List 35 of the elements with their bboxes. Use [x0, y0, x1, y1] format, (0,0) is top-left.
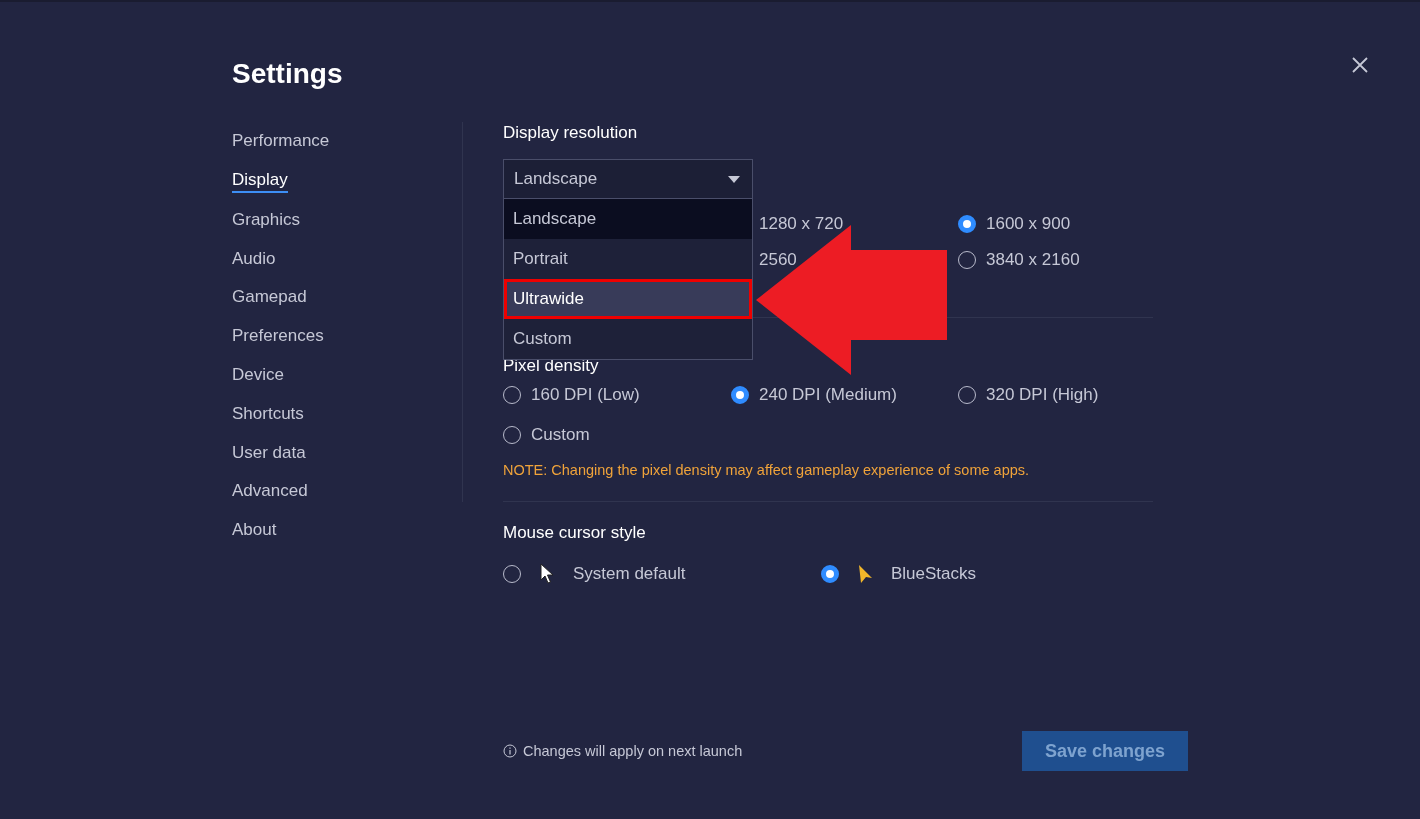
radio-option[interactable]: 3840 x 2160	[958, 242, 1080, 278]
radio-option[interactable]: 240 DPI (Medium)	[731, 377, 897, 413]
sidebar-item[interactable]: Graphics	[232, 200, 301, 240]
sidebar-item[interactable]: Preferences	[232, 317, 324, 356]
info-icon	[503, 744, 517, 758]
sidebar-item[interactable]: About	[232, 511, 277, 550]
pointer-cursor-icon	[539, 563, 555, 585]
radio-button[interactable]	[731, 386, 749, 404]
dropdown-option[interactable]: Landscape	[504, 199, 752, 239]
sidebar-item[interactable]: Display	[232, 169, 288, 193]
sidebar-item[interactable]: Shortcuts	[232, 394, 304, 434]
sidebar-item[interactable]: Audio	[232, 239, 276, 279]
orientation-dropdown[interactable]: Landscape	[503, 159, 753, 199]
dropdown-option[interactable]: Ultrawide	[504, 279, 752, 319]
close-icon[interactable]	[1350, 55, 1370, 75]
settings-title: Settings	[232, 58, 343, 90]
caret-icon	[728, 175, 740, 183]
radio-button[interactable]	[821, 565, 839, 583]
sidebar-item[interactable]: User data	[232, 433, 306, 473]
sidebar-item[interactable]: Performance	[232, 122, 330, 161]
section-label: Mouse cursor style	[503, 522, 647, 544]
radio-option[interactable]: BlueStacks	[821, 556, 977, 592]
section-label: Display resolution	[503, 122, 639, 144]
radio-option[interactable]: System default	[503, 556, 686, 592]
pointer-cursor-icon	[857, 563, 873, 585]
radio-option[interactable]: 1600 x 900	[958, 206, 1071, 242]
sidebar-item[interactable]: Gamepad	[232, 278, 307, 318]
warning-note: NOTE: Changing the pixel density may affect gameplay experience of some apps.	[503, 461, 1031, 480]
radio-option[interactable]: 320 DPI (High)	[958, 377, 1099, 413]
radio-option[interactable]: 160 DPI (Low)	[503, 377, 640, 413]
radio-button[interactable]	[958, 215, 976, 233]
info-text: Changes will apply on next launch	[523, 743, 743, 759]
radio-option[interactable]: Custom	[503, 417, 590, 453]
sidebar-item[interactable]: Advanced	[232, 472, 308, 512]
sidebar-item[interactable]: Device	[232, 356, 284, 395]
